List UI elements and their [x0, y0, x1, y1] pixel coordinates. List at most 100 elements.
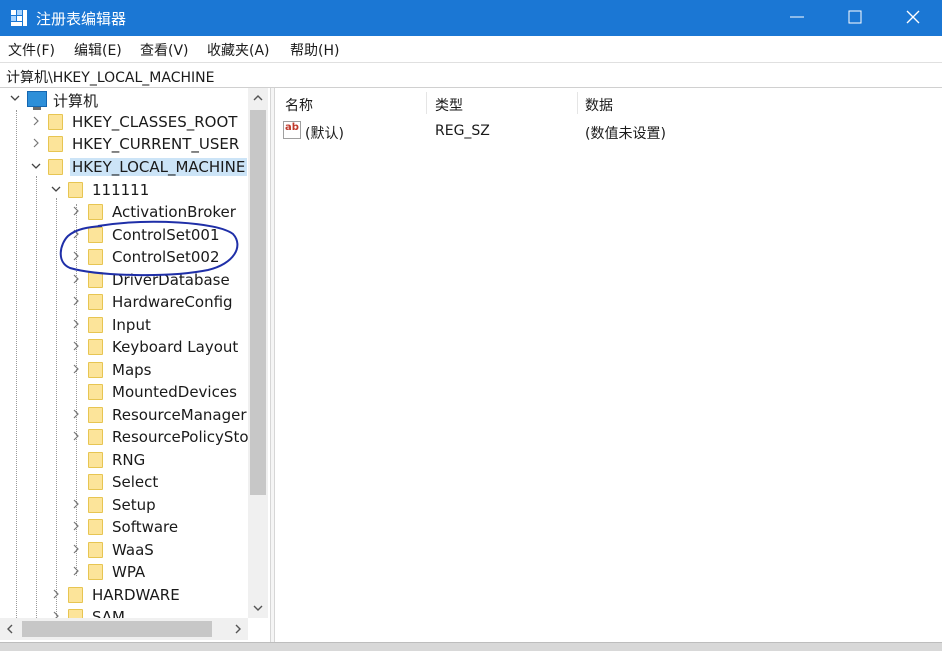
tree-node-computer[interactable]: 计算机	[0, 88, 248, 110]
tree-node-keyboard-layout[interactable]: Keyboard Layout	[0, 336, 248, 358]
pane-splitter[interactable]	[270, 88, 275, 642]
folder-icon	[88, 294, 103, 310]
chevron-right-icon[interactable]	[71, 431, 81, 441]
title-bar: 注册表编辑器	[0, 0, 942, 36]
folder-icon	[88, 384, 103, 400]
tree-horizontal-scrollbar[interactable]	[0, 618, 248, 640]
chevron-right-icon[interactable]	[71, 206, 81, 216]
scroll-thumb[interactable]	[22, 621, 212, 637]
column-header-data[interactable]: 数据	[585, 95, 613, 115]
folder-icon	[88, 429, 103, 445]
folder-icon	[68, 587, 83, 603]
column-header-name[interactable]: 名称	[285, 95, 313, 115]
tree-node-label: 111111	[92, 181, 150, 199]
chevron-right-icon[interactable]	[71, 499, 81, 509]
chevron-right-icon[interactable]	[71, 364, 81, 374]
tree-node-resourcemanager[interactable]: ResourceManager	[0, 404, 248, 426]
chevron-right-icon[interactable]	[51, 589, 61, 599]
chevron-down-icon[interactable]	[51, 184, 61, 194]
menu-file[interactable]: 文件(F)	[8, 40, 55, 60]
chevron-right-icon[interactable]	[71, 409, 81, 419]
address-path[interactable]: 计算机\HKEY_LOCAL_MACHINE	[6, 67, 214, 87]
tree-node-label: Input	[112, 316, 151, 334]
tree-view[interactable]: 计算机 HKEY_CLASSES_ROOT HKEY_CURRENT_USER …	[0, 88, 248, 618]
chevron-up-icon	[253, 95, 263, 101]
tree-vertical-scrollbar[interactable]	[248, 88, 268, 618]
string-value-icon: ab	[283, 121, 301, 139]
tree-node-maps[interactable]: Maps	[0, 359, 248, 381]
chevron-right-icon[interactable]	[31, 138, 41, 148]
menu-edit[interactable]: 编辑(E)	[74, 40, 122, 60]
tree-node-hkey-current-user[interactable]: HKEY_CURRENT_USER	[0, 133, 248, 155]
scroll-down-button[interactable]	[248, 598, 268, 618]
folder-icon	[88, 362, 103, 378]
folder-icon	[88, 339, 103, 355]
tree-node-sam[interactable]: SAM	[0, 606, 248, 618]
tree-node-label: 计算机	[53, 92, 99, 110]
tree-node-111111[interactable]: 111111	[0, 179, 248, 201]
scroll-left-button[interactable]	[0, 618, 20, 640]
folder-icon	[88, 317, 103, 333]
tree-node-label: ResourcePolicySto	[112, 428, 248, 446]
column-header-type[interactable]: 类型	[435, 95, 463, 115]
computer-icon	[27, 91, 47, 110]
minimize-button[interactable]	[768, 0, 826, 34]
chevron-right-icon[interactable]	[71, 341, 81, 351]
chevron-down-icon[interactable]	[31, 161, 41, 171]
folder-icon	[88, 204, 103, 220]
tree-node-wpa[interactable]: WPA	[0, 561, 248, 583]
chevron-right-icon[interactable]	[71, 544, 81, 554]
chevron-right-icon[interactable]	[71, 296, 81, 306]
chevron-right-icon[interactable]	[71, 521, 81, 531]
tree-pane: 计算机 HKEY_CLASSES_ROOT HKEY_CURRENT_USER …	[0, 88, 270, 642]
tree-node-label: Maps	[112, 361, 152, 379]
chevron-right-icon	[235, 624, 241, 634]
tree-node-hkey-classes-root[interactable]: HKEY_CLASSES_ROOT	[0, 111, 248, 133]
scroll-up-button[interactable]	[248, 88, 268, 108]
tree-node-label: ResourceManager	[112, 406, 247, 424]
tree-node-software[interactable]: Software	[0, 516, 248, 538]
values-list[interactable]: 名称 类型 数据 ab (默认) REG_SZ (数值未设置)	[276, 88, 942, 642]
close-icon	[906, 10, 920, 24]
scroll-thumb[interactable]	[250, 110, 266, 495]
scroll-right-button[interactable]	[228, 618, 248, 640]
tree-node-mounteddevices[interactable]: MountedDevices	[0, 381, 248, 403]
chevron-right-icon[interactable]	[31, 116, 41, 126]
tree-node-resourcepolicystore[interactable]: ResourcePolicySto	[0, 426, 248, 448]
menu-view[interactable]: 查看(V)	[140, 40, 189, 60]
folder-icon	[68, 182, 83, 198]
tree-node-hardwareconfig[interactable]: HardwareConfig	[0, 291, 248, 313]
chevron-right-icon[interactable]	[71, 566, 81, 576]
window-title: 注册表编辑器	[36, 10, 127, 28]
tree-node-label: HardwareConfig	[112, 293, 233, 311]
tree-node-input[interactable]: Input	[0, 314, 248, 336]
maximize-icon	[848, 10, 862, 24]
chevron-right-icon[interactable]	[71, 319, 81, 329]
folder-icon	[88, 474, 103, 490]
minimize-icon	[790, 16, 804, 18]
tree-node-label: HARDWARE	[92, 586, 180, 604]
tree-node-label: HKEY_LOCAL_MACHINE	[70, 158, 248, 176]
column-separator[interactable]	[426, 92, 427, 114]
chevron-down-icon[interactable]	[10, 93, 20, 103]
folder-icon	[88, 452, 103, 468]
address-bar[interactable]: 计算机\HKEY_LOCAL_MACHINE	[0, 62, 942, 88]
chevron-right-icon[interactable]	[51, 611, 61, 618]
value-type: REG_SZ	[435, 123, 490, 139]
value-name: (默认)	[305, 126, 344, 142]
menu-help[interactable]: 帮助(H)	[290, 40, 339, 60]
column-separator[interactable]	[577, 92, 578, 114]
tree-node-setup[interactable]: Setup	[0, 494, 248, 516]
tree-node-hkey-local-machine[interactable]: HKEY_LOCAL_MACHINE	[0, 156, 248, 178]
tree-node-hardware[interactable]: HARDWARE	[0, 584, 248, 606]
value-data: (数值未设置)	[585, 126, 666, 142]
close-button[interactable]	[884, 0, 942, 34]
maximize-button[interactable]	[826, 0, 884, 34]
tree-node-label: ActivationBroker	[112, 203, 236, 221]
menu-favorites[interactable]: 收藏夹(A)	[207, 40, 270, 60]
tree-node-rng[interactable]: RNG	[0, 449, 248, 471]
folder-icon	[88, 519, 103, 535]
tree-node-label: WPA	[112, 563, 146, 581]
tree-node-select[interactable]: Select	[0, 471, 248, 493]
tree-node-waas[interactable]: WaaS	[0, 539, 248, 561]
